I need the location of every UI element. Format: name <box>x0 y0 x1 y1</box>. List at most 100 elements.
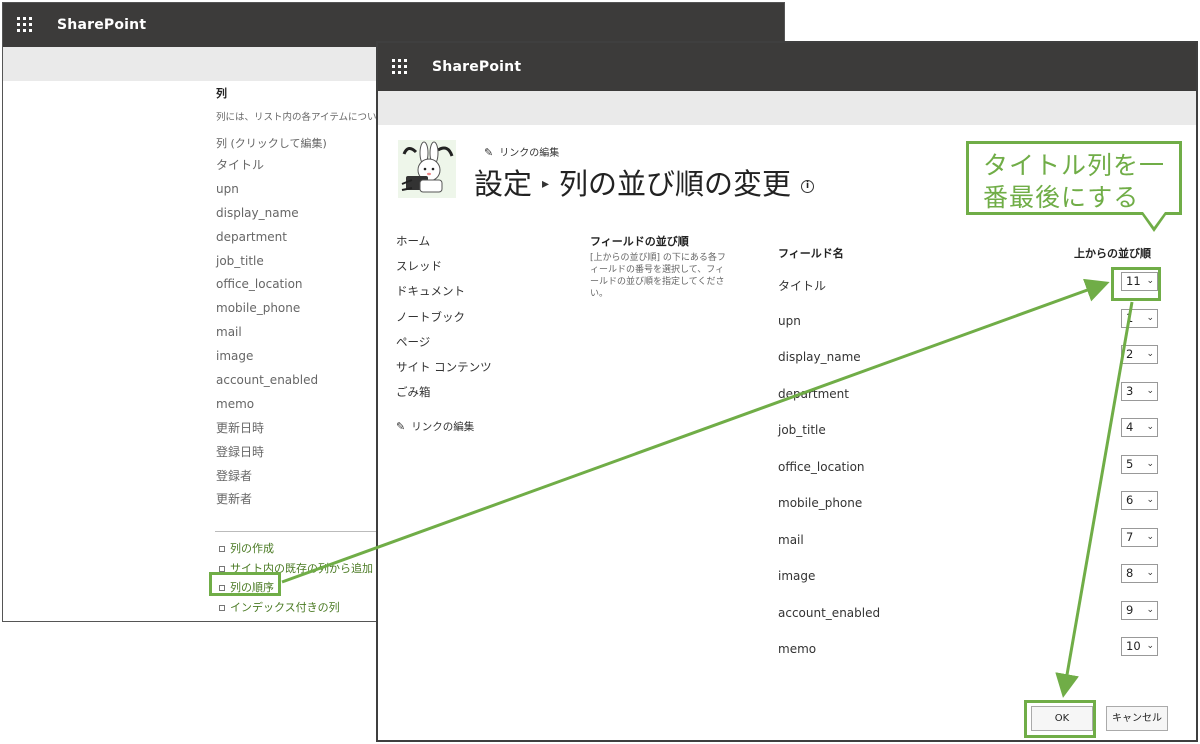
order-select[interactable]: 5 ⌄ <box>1121 454 1158 474</box>
order-select[interactable]: 10 ⌄ <box>1121 637 1158 656</box>
command-bar <box>378 91 1196 125</box>
cancel-button[interactable]: キャンセル <box>1106 706 1168 731</box>
columns-list: タイトル upn display_name department job_tit… <box>216 155 381 513</box>
nav-item-recycle-bin[interactable]: ごみ箱 <box>396 382 492 407</box>
callout-tail-inner <box>1143 212 1165 227</box>
order-select[interactable]: 8 ⌄ <box>1121 564 1158 583</box>
field-name: image <box>778 569 816 583</box>
field-order-title: フィールドの並び順 <box>590 235 689 248</box>
table-row: office_location 5 ⌄ <box>778 450 1160 487</box>
site-logo[interactable] <box>398 140 456 198</box>
table-row: job_title 4 ⌄ <box>778 413 1160 450</box>
bullet-icon <box>219 604 225 611</box>
chevron-down-icon: ⌄ <box>1146 531 1154 542</box>
field-name-header: フィールド名 <box>778 247 844 260</box>
nav-item-home[interactable]: ホーム <box>396 231 492 256</box>
order-select[interactable]: 4 ⌄ <box>1121 418 1158 437</box>
column-link[interactable]: image <box>216 346 381 370</box>
nav-item-documents[interactable]: ドキュメント <box>396 281 492 306</box>
chevron-down-icon: ⌄ <box>1146 349 1154 359</box>
column-link[interactable]: タイトル <box>216 155 381 179</box>
page-title: 列の並び順の変更 <box>559 167 792 201</box>
edit-links-top[interactable]: ✎ リンクの編集 <box>484 144 559 159</box>
order-select[interactable]: 6 ⌄ <box>1121 491 1158 510</box>
highlight-title-order-select <box>1111 267 1161 301</box>
annotation-callout: タイトル列を一 番最後にする <box>966 141 1182 215</box>
column-link[interactable]: job_title <box>216 251 381 275</box>
callout-line-1: タイトル列を一 <box>983 151 1166 180</box>
table-row: memo 10 ⌄ <box>778 632 1160 669</box>
column-link[interactable]: mobile_phone <box>216 298 381 322</box>
breadcrumb-separator-icon: ▸ <box>542 176 550 192</box>
nav-item-pages[interactable]: ページ <box>396 332 492 357</box>
chevron-down-icon: ⌄ <box>1146 495 1154 505</box>
highlight-column-order-link <box>209 572 281 596</box>
breadcrumb: 設定 ▸ 列の並び順の変更 i <box>474 161 815 203</box>
pencil-icon: ✎ <box>484 146 494 159</box>
columns-header: 列 (クリックして編集) <box>216 137 327 150</box>
table-row: upn 1 ⌄ <box>778 304 1160 341</box>
app-launcher-icon[interactable] <box>392 59 408 75</box>
edit-links-nav[interactable]: ✎ リンクの編集 <box>396 419 492 434</box>
app-launcher-icon[interactable] <box>17 17 33 33</box>
chevron-down-icon: ⌄ <box>1146 568 1154 578</box>
chevron-down-icon: ⌄ <box>1146 422 1154 432</box>
table-row: department 3 ⌄ <box>778 377 1160 414</box>
app-title[interactable]: SharePoint <box>432 59 521 75</box>
nav-item-notebook[interactable]: ノートブック <box>396 307 492 332</box>
app-title[interactable]: SharePoint <box>57 17 146 33</box>
divider <box>215 531 385 532</box>
order-select[interactable]: 1 ⌄ <box>1121 308 1158 328</box>
column-link[interactable]: 登録日時 <box>216 442 381 466</box>
order-select[interactable]: 7 ⌄ <box>1121 527 1158 547</box>
field-name: upn <box>778 313 801 328</box>
column-link[interactable]: office_location <box>216 274 381 298</box>
field-name: mail <box>778 532 804 547</box>
column-link[interactable]: upn <box>216 179 381 203</box>
table-row: image 8 ⌄ <box>778 559 1160 596</box>
column-link[interactable]: 更新日時 <box>216 418 381 442</box>
bullet-icon <box>219 546 225 552</box>
field-name: mobile_phone <box>778 496 863 510</box>
order-select[interactable]: 9 ⌄ <box>1121 600 1158 620</box>
chevron-down-icon: ⌄ <box>1146 641 1154 651</box>
indexed-columns-link[interactable]: インデックス付きの列 <box>216 599 373 619</box>
highlight-ok-button <box>1024 700 1096 738</box>
field-name: office_location <box>778 459 865 474</box>
field-order-table: タイトル 11 ⌄ upn 1 ⌄ display_name 2 ⌄ department 3… <box>778 267 1160 669</box>
bullet-icon <box>219 565 225 572</box>
chevron-down-icon: ⌄ <box>1146 312 1154 323</box>
column-link[interactable]: mail <box>216 322 381 346</box>
chevron-down-icon: ⌄ <box>1146 385 1154 396</box>
columns-description: 列には、リスト内の各アイテムについて <box>216 112 386 123</box>
breadcrumb-parent[interactable]: 設定 <box>474 167 532 201</box>
columns-section-title: 列 <box>216 87 227 100</box>
nav-item-threads[interactable]: スレッド <box>396 256 492 281</box>
suite-bar: SharePoint <box>378 43 1196 91</box>
table-row: mail 7 ⌄ <box>778 523 1160 560</box>
field-name: display_name <box>778 350 861 364</box>
order-header: 上からの並び順 <box>1074 247 1151 260</box>
column-link[interactable]: display_name <box>216 203 381 227</box>
column-link[interactable]: 更新者 <box>216 489 381 513</box>
column-link[interactable]: department <box>216 227 381 251</box>
info-icon[interactable]: i <box>801 180 815 193</box>
nav-item-site-contents[interactable]: サイト コンテンツ <box>396 357 492 382</box>
field-name: タイトル <box>778 279 827 293</box>
chevron-down-icon: ⌄ <box>1146 604 1154 615</box>
table-row: display_name 2 ⌄ <box>778 340 1160 377</box>
quick-launch: ホーム スレッド ドキュメント ノートブック ページ サイト コンテンツ ごみ箱… <box>396 231 492 434</box>
chevron-down-icon: ⌄ <box>1146 458 1154 469</box>
field-name: memo <box>778 642 817 656</box>
column-link[interactable]: account_enabled <box>216 370 381 394</box>
create-column-link[interactable]: 列の作成 <box>216 540 373 560</box>
field-name: department <box>778 386 849 401</box>
table-row: mobile_phone 6 ⌄ <box>778 486 1160 523</box>
order-select[interactable]: 3 ⌄ <box>1121 381 1158 401</box>
column-link[interactable]: 登録者 <box>216 466 381 490</box>
column-link[interactable]: memo <box>216 394 381 418</box>
field-name: job_title <box>778 423 826 437</box>
table-row: タイトル 11 ⌄ <box>778 267 1160 304</box>
order-select[interactable]: 2 ⌄ <box>1121 345 1158 364</box>
pencil-icon: ✎ <box>396 420 406 434</box>
